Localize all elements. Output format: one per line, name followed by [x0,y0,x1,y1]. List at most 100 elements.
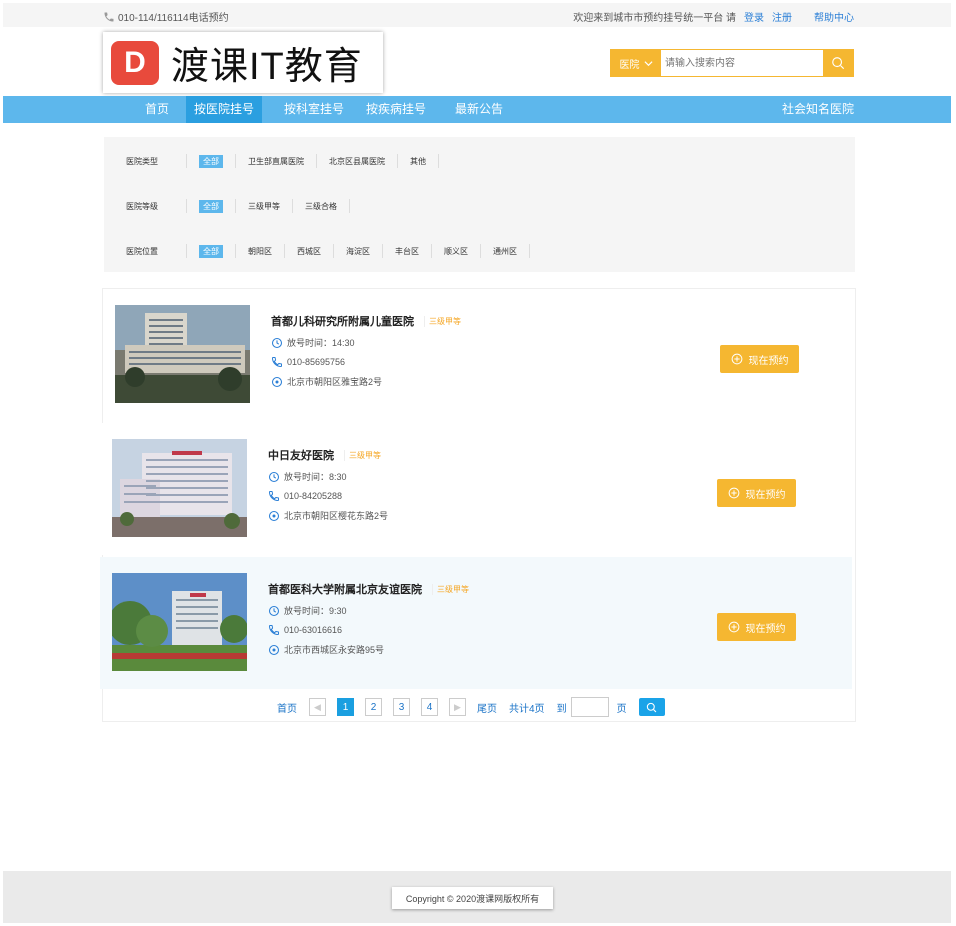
hospital-phone: 010-84205288 [284,491,343,501]
phone-icon [271,357,282,368]
filter-option[interactable]: 三级合格 [305,201,337,212]
nav-item-by-disease[interactable]: 按疾病挂号 [358,96,434,123]
search-icon [646,702,657,712]
prev-page-button[interactable]: ◀ [309,698,326,716]
location-pin-icon [271,376,283,387]
search-type-select[interactable]: 医院 [611,50,661,76]
help-center-link[interactable]: 帮助中心 [814,9,854,24]
header: D 渡课IT教育 医院 [3,27,951,96]
release-time-row: 放号时间：9:30 [268,604,469,617]
hospital-name[interactable]: 首都儿科研究所附属儿童医院 [271,313,414,329]
hospital-level-badge: 三级甲等 [432,583,469,595]
filter-option[interactable]: 其他 [410,156,426,167]
divider [235,244,236,258]
nav-item-home[interactable]: 首页 [137,96,177,123]
filter-option[interactable]: 北京区县属医院 [329,156,385,167]
hospital-photo[interactable] [112,573,247,671]
phone-row: 010-84205288 [268,490,388,502]
hospital-name-row: 首都医科大学附属北京友谊医院 三级甲等 [268,581,469,597]
release-time: 放号时间：14:30 [287,338,355,348]
divider [333,244,334,258]
divider [284,244,285,258]
logo-mark: D [111,40,159,85]
first-page-link[interactable]: 首页 [277,700,297,715]
hospital-name[interactable]: 中日友好医院 [268,447,334,463]
hospital-address: 北京市朝阳区雅宝路2号 [287,377,383,387]
search-bar: 医院 [610,49,854,77]
hospital-address: 北京市西城区永安路95号 [284,645,385,655]
plus-circle-icon [728,621,739,633]
address-row: 北京市朝阳区雅宝路2号 [271,375,461,388]
clock-icon [271,337,283,348]
page-number[interactable]: 2 [365,698,382,716]
phone-icon [268,491,279,502]
filter-option[interactable]: 全部 [199,154,223,168]
page: 010-114/116114电话预约 欢迎来到城市市预约挂号统一平台 请 登录 … [3,3,951,923]
divider [431,244,432,258]
release-time-row: 放号时间：8:30 [268,470,388,483]
hospital-info: 中日友好医院 三级甲等 放号时间：8:30 010-84205288 北京市朝阳… [268,447,388,522]
filter-option[interactable]: 顺义区 [444,246,468,257]
nav-item-by-department[interactable]: 按科室挂号 [276,96,352,123]
filter-option[interactable]: 海淀区 [346,246,370,257]
phone-info: 010-114/116114电话预约 [103,9,229,24]
hospital-photo[interactable] [115,305,250,403]
page-number[interactable]: 1 [337,698,354,716]
filter-option[interactable]: 全部 [199,244,223,258]
clock-icon [268,471,280,482]
goto-page-input[interactable] [570,697,609,717]
filter-row-level: 医院等级 全部 三级甲等 三级合格 [126,198,362,214]
last-page-link[interactable]: 尾页 [477,700,497,715]
next-page-button[interactable]: ▶ [449,698,466,716]
register-link[interactable]: 注册 [772,9,792,24]
filter-option[interactable]: 三级甲等 [248,201,280,212]
search-button[interactable] [823,50,853,76]
nav-item-announcements[interactable]: 最新公告 [447,96,511,123]
book-now-button[interactable]: 现在预约 [717,613,796,641]
divider [438,154,439,168]
top-bar: 010-114/116114电话预约 欢迎来到城市市预约挂号统一平台 请 登录 … [3,3,951,27]
filter-option[interactable]: 朝阳区 [248,246,272,257]
search-input[interactable] [661,50,823,76]
filter-option[interactable]: 全部 [199,199,223,213]
release-time: 放号时间：9:30 [284,606,347,616]
plus-circle-icon [731,353,742,365]
pagination: 首页 ◀ 1 2 3 4 ▶ 尾页 共计4页 到 页 [277,697,665,717]
hospital-level-badge: 三级甲等 [344,449,381,461]
filter-option[interactable]: 通州区 [493,246,517,257]
phone-icon [268,625,279,636]
filter-option[interactable]: 西城区 [297,246,321,257]
top-right: 欢迎来到城市市预约挂号统一平台 请 登录 注册 帮助中心 [573,9,854,24]
release-time-row: 放号时间：14:30 [271,336,461,349]
main-nav: 首页 按医院挂号 按科室挂号 按疾病挂号 最新公告 社会知名医院 [3,96,951,123]
welcome-text: 欢迎来到城市市预约挂号统一平台 请 [573,13,736,24]
filter-label: 医院类型 [126,156,158,166]
divider [235,154,236,168]
divider [382,244,383,258]
goto-label: 到 [556,703,567,715]
filter-option[interactable]: 卫生部直属医院 [248,156,304,167]
divider [316,154,317,168]
book-now-button[interactable]: 现在预约 [720,345,799,373]
search-type-label: 医院 [619,59,640,71]
divider [186,199,187,213]
divider [186,154,187,168]
hospital-photo[interactable] [112,439,247,537]
hospital-name[interactable]: 首都医科大学附属北京友谊医院 [268,581,422,597]
nav-item-by-hospital[interactable]: 按医院挂号 [186,96,263,123]
phone-icon [104,12,114,21]
page-number[interactable]: 4 [421,698,438,716]
nav-item-famous-hospitals[interactable]: 社会知名医院 [774,96,862,123]
login-link[interactable]: 登录 [744,9,764,24]
filter-option[interactable]: 丰台区 [395,246,419,257]
page-number[interactable]: 3 [393,698,410,716]
goto-page-button[interactable] [638,698,665,716]
page-unit-label: 页 [616,703,627,715]
divider [349,199,350,213]
hospital-card: 首都儿科研究所附属儿童医院 三级甲等 放号时间：14:30 010-856957… [103,289,855,421]
address-row: 北京市朝阳区樱花东路2号 [268,509,388,522]
logo[interactable]: D 渡课IT教育 [103,32,383,93]
address-row: 北京市西城区永安路95号 [268,643,469,656]
book-now-button[interactable]: 现在预约 [717,479,796,507]
location-pin-icon [268,510,280,521]
